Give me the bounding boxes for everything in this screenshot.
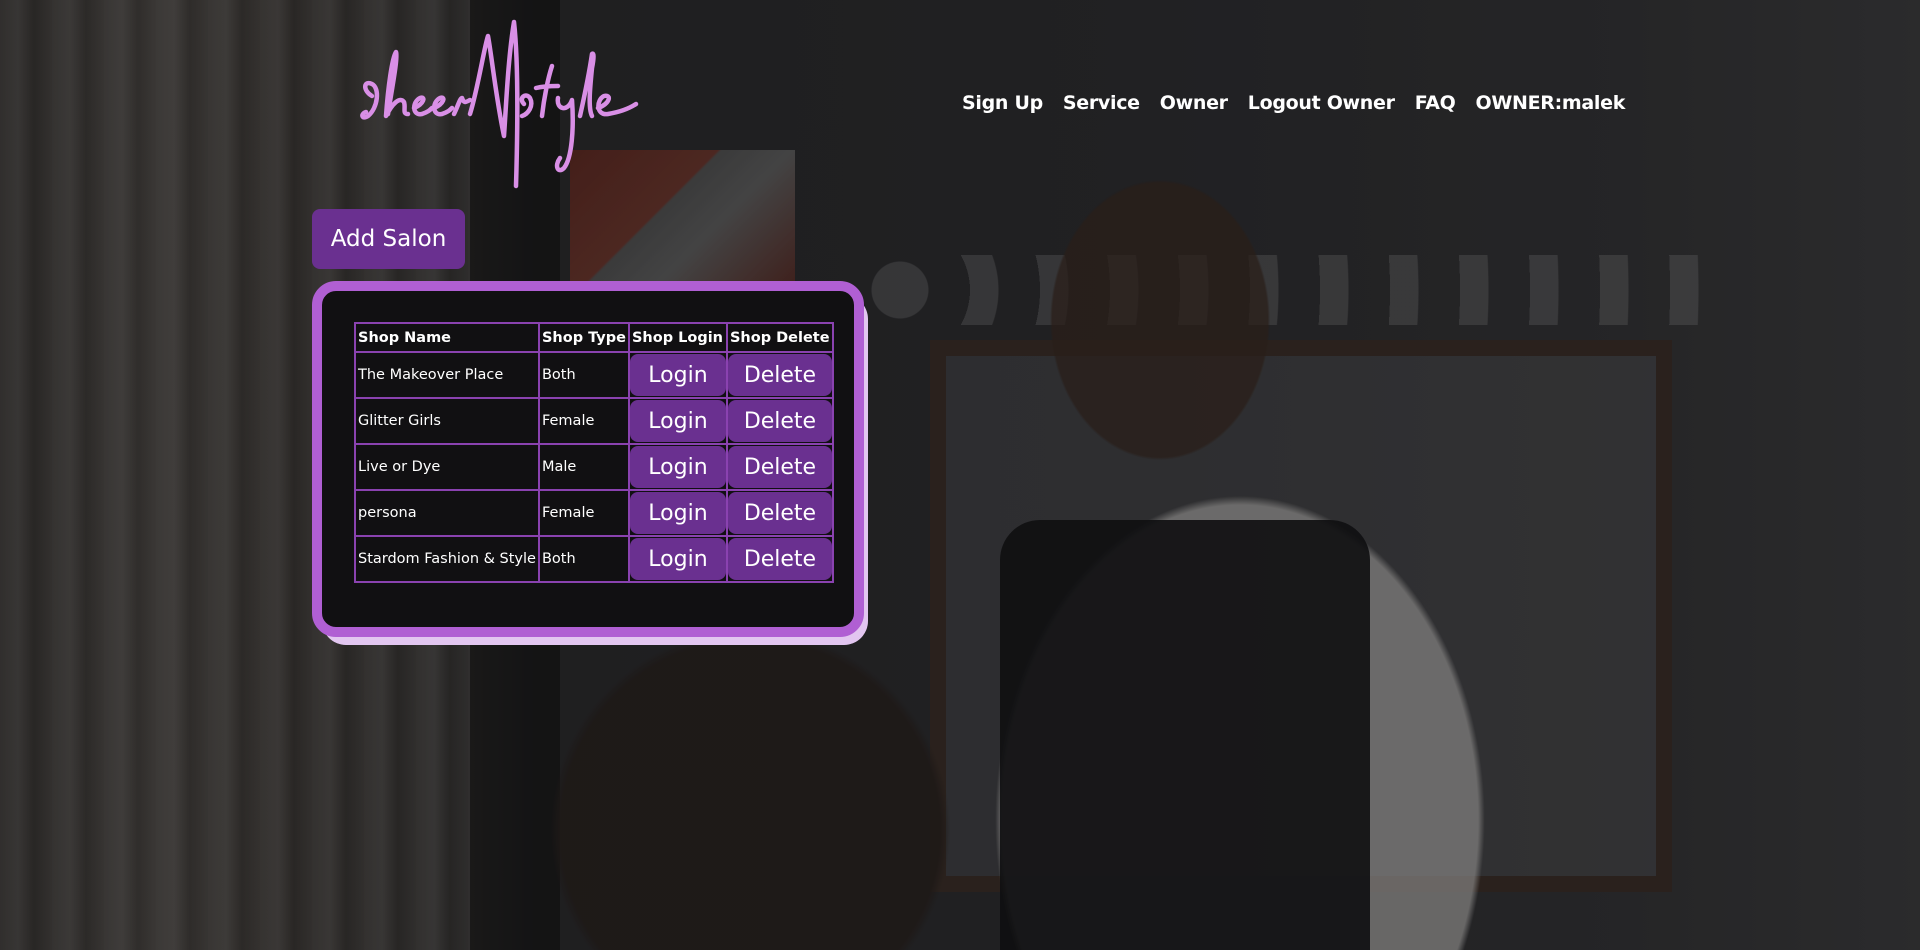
login-button[interactable]: Login [629,446,726,488]
delete-cell: Delete [725,489,834,537]
delete-cell: Delete [725,443,834,491]
shop-type-cell: Female [537,489,630,537]
table-row: persona Female Login Delete [354,489,834,537]
header-shop-login: Shop Login [627,322,728,353]
login-cell: Login [627,535,728,583]
table-row: Live or Dye Male Login Delete [354,443,834,491]
delete-button[interactable]: Delete [727,354,832,396]
delete-cell: Delete [725,351,834,399]
login-button[interactable]: Login [629,492,726,534]
main-nav: Sign Up Service Owner Logout Owner FAQ O… [962,88,1625,118]
login-button[interactable]: Login [629,400,726,442]
nav-service[interactable]: Service [1063,92,1140,114]
table-row: Glitter Girls Female Login Delete [354,397,834,445]
shop-type-cell: Both [537,535,630,583]
shop-name-cell: Glitter Girls [354,397,540,445]
shop-type-cell: Both [537,351,630,399]
table-row: Stardom Fashion & Style Both Login Delet… [354,535,834,583]
delete-button[interactable]: Delete [727,446,832,488]
brand-logo[interactable] [358,18,688,193]
table-header-row: Shop Name Shop Type Shop Login Shop Dele… [354,322,834,353]
login-button[interactable]: Login [629,354,726,396]
shop-name-cell: Live or Dye [354,443,540,491]
nav-owner-account[interactable]: OWNER:malek [1475,92,1625,114]
background-photo [0,0,1920,950]
nav-sign-up[interactable]: Sign Up [962,92,1043,114]
delete-cell: Delete [725,397,834,445]
shop-type-cell: Female [537,397,630,445]
login-cell: Login [627,351,728,399]
login-cell: Login [627,489,728,537]
salon-table: Shop Name Shop Type Shop Login Shop Dele… [354,322,834,583]
add-salon-button[interactable]: Add Salon [312,209,465,269]
delete-button[interactable]: Delete [727,400,832,442]
header-shop-type: Shop Type [537,322,630,353]
delete-button[interactable]: Delete [727,538,832,580]
nav-faq[interactable]: FAQ [1415,92,1456,114]
nav-owner[interactable]: Owner [1160,92,1228,114]
shop-name-cell: persona [354,489,540,537]
login-button[interactable]: Login [629,538,726,580]
login-cell: Login [627,443,728,491]
shop-name-cell: The Makeover Place [354,351,540,399]
delete-cell: Delete [725,535,834,583]
shop-name-cell: Stardom Fashion & Style [354,535,540,583]
table-row: The Makeover Place Both Login Delete [354,351,834,399]
shop-type-cell: Male [537,443,630,491]
login-cell: Login [627,397,728,445]
delete-button[interactable]: Delete [727,492,832,534]
nav-logout-owner[interactable]: Logout Owner [1248,92,1395,114]
header-shop-delete: Shop Delete [725,322,834,353]
header-shop-name: Shop Name [354,322,540,353]
